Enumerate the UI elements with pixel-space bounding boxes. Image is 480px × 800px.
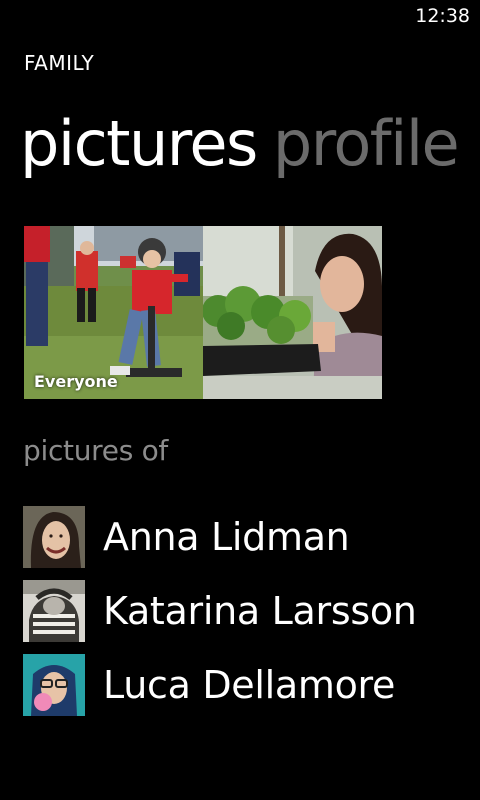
person-name: Anna Lidman <box>103 515 350 559</box>
section-label-pictures-of: pictures of <box>23 434 168 467</box>
woman-holding-plants-photo <box>203 226 382 399</box>
person-item-luca-dellamore[interactable]: Luca Dellamore <box>23 654 463 716</box>
tile-caption: Everyone <box>34 372 118 391</box>
anna-avatar-photo <box>23 506 85 568</box>
tile-everyone[interactable]: Everyone <box>24 226 203 399</box>
people-list: Anna Lidman Katarina Larsson Luca Dellam… <box>23 506 463 728</box>
status-time: 12:38 <box>415 5 470 27</box>
luca-avatar-photo <box>23 654 85 716</box>
app-title: FAMILY <box>24 51 95 75</box>
pivot-header-profile[interactable]: profile <box>273 106 460 182</box>
person-name: Luca Dellamore <box>103 663 396 707</box>
tile-woman-plants[interactable] <box>203 226 382 399</box>
avatar <box>23 654 85 716</box>
avatar <box>23 580 85 642</box>
avatar <box>23 506 85 568</box>
picture-tiles: Everyone <box>24 226 382 399</box>
pivot-headers: pictures profile <box>20 106 474 182</box>
person-item-anna-lidman[interactable]: Anna Lidman <box>23 506 463 568</box>
person-name: Katarina Larsson <box>103 589 417 633</box>
katarina-avatar-photo <box>23 580 85 642</box>
person-item-katarina-larsson[interactable]: Katarina Larsson <box>23 580 463 642</box>
status-bar: 12:38 <box>0 0 480 32</box>
pivot-header-pictures[interactable]: pictures <box>20 106 258 182</box>
